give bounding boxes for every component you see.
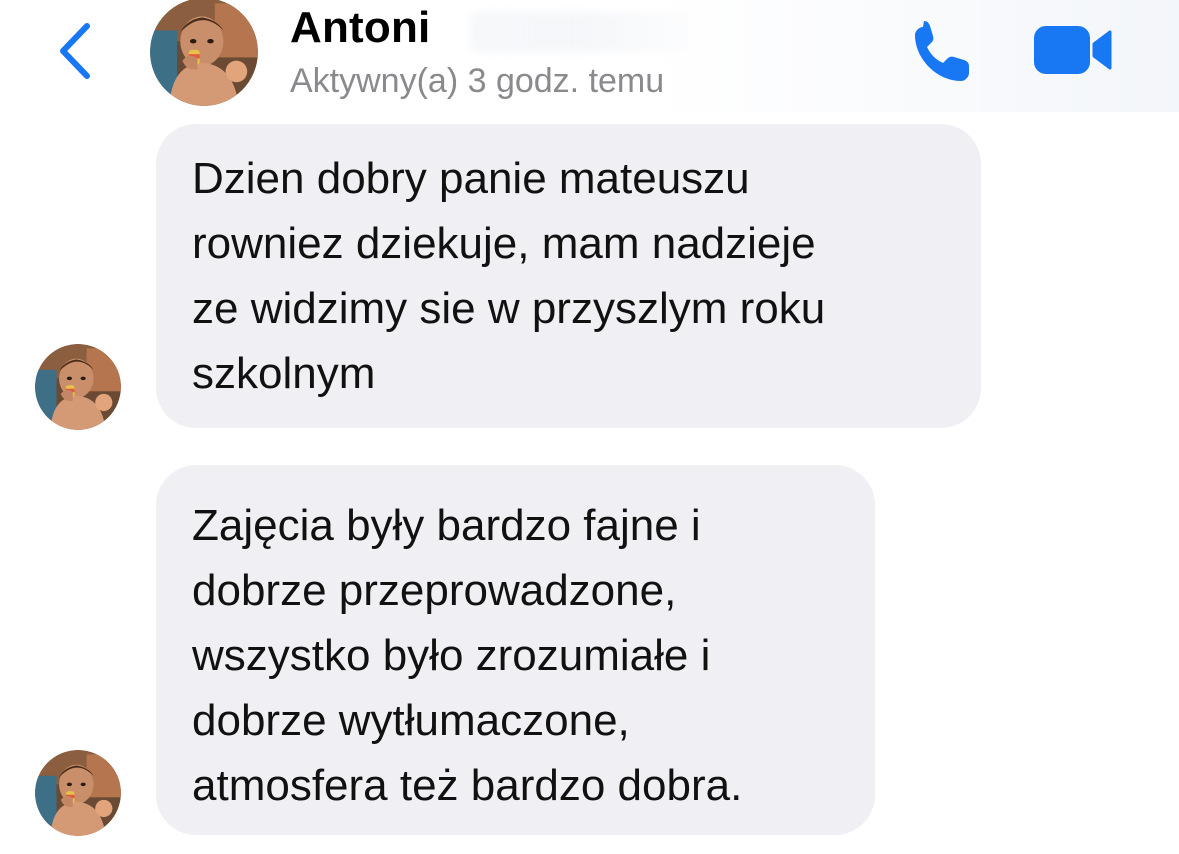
sender-photo xyxy=(35,750,121,836)
chevron-left-icon xyxy=(60,23,90,79)
messenger-chat-screen: Antoni Aktywny(a) 3 godz. temu Dzien dob… xyxy=(0,0,1179,854)
message-line: dobrze przeprowadzone, xyxy=(192,566,677,615)
contact-photo xyxy=(150,0,258,106)
message-line: atmosfera też bardzo dobra. xyxy=(192,761,743,810)
message-bubble[interactable]: Zajęcia były bardzo fajne i dobrze przep… xyxy=(156,465,875,835)
contact-name[interactable]: Antoni xyxy=(290,3,430,53)
sender-avatar[interactable] xyxy=(35,344,121,430)
message-line: szkolnym xyxy=(192,349,376,398)
contact-avatar[interactable] xyxy=(150,0,258,106)
message-line: ze widzimy sie w przyszlym roku xyxy=(192,284,826,333)
audio-call-button[interactable] xyxy=(905,18,977,84)
redacted-surname xyxy=(470,12,690,52)
back-button[interactable] xyxy=(50,16,100,86)
message-line: wszystko było zrozumiałe i xyxy=(192,631,711,680)
message-line: Zajęcia były bardzo fajne i xyxy=(192,501,701,550)
video-camera-icon xyxy=(1034,26,1112,74)
sender-photo xyxy=(35,344,121,430)
chat-header: Antoni Aktywny(a) 3 godz. temu xyxy=(0,0,1179,112)
video-call-button[interactable] xyxy=(1030,22,1116,78)
message-line: Dzien dobry panie mateuszu xyxy=(192,154,750,203)
message-line: rowniez dziekuje, mam nadzieje xyxy=(192,219,816,268)
message-bubble[interactable]: Dzien dobry panie mateuszu rowniez dziek… xyxy=(156,124,981,428)
phone-icon xyxy=(915,21,969,81)
message-line: dobrze wytłumaczone, xyxy=(192,696,630,745)
contact-status: Aktywny(a) 3 godz. temu xyxy=(290,62,665,100)
sender-avatar[interactable] xyxy=(35,750,121,836)
